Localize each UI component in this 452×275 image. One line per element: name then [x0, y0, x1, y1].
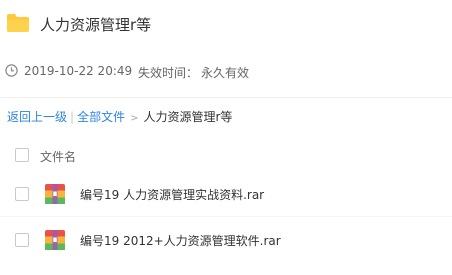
share-date: 2019-10-22 20:49 [24, 64, 133, 78]
page-title: 人力资源管理r等 [40, 16, 152, 34]
all-files-link[interactable]: 全部文件 [77, 110, 125, 124]
file-name[interactable]: 编号19 2012+人力资源管理软件.rar [80, 232, 281, 249]
row-checkbox[interactable] [15, 187, 29, 201]
clock-icon [5, 64, 18, 77]
breadcrumb: 返回上一级 | 全部文件 > 人力资源管理r等 [7, 108, 232, 125]
divider [0, 97, 452, 98]
breadcrumb-separator: | [70, 110, 75, 124]
table-row[interactable]: 编号19 人力资源管理实战资料.rar [0, 174, 452, 217]
breadcrumb-current: 人力资源管理r等 [143, 110, 233, 124]
share-page: 人力资源管理r等 2019-10-22 20:49 失效时间： 永久有效 返回上… [0, 0, 452, 275]
rar-archive-icon [45, 230, 65, 250]
rar-archive-icon [45, 184, 65, 204]
row-divider [0, 216, 452, 217]
breadcrumb-arrow-icon: > [130, 113, 139, 124]
header: 人力资源管理r等 [0, 0, 452, 49]
folder-icon [7, 14, 29, 32]
select-all-checkbox[interactable] [15, 148, 29, 162]
file-name[interactable]: 编号19 人力资源管理实战资料.rar [80, 186, 264, 203]
expire-value: 永久有效 [201, 66, 250, 80]
table-row[interactable]: 编号19 2012+人力资源管理软件.rar [0, 220, 452, 260]
back-link[interactable]: 返回上一级 [7, 110, 67, 124]
expire-label: 失效时间： [138, 66, 199, 80]
row-checkbox[interactable] [15, 233, 29, 247]
file-list-header: 文件名 [0, 140, 452, 170]
share-meta: 2019-10-22 20:49 失效时间： 永久有效 [0, 52, 452, 90]
column-header-filename: 文件名 [40, 150, 77, 164]
